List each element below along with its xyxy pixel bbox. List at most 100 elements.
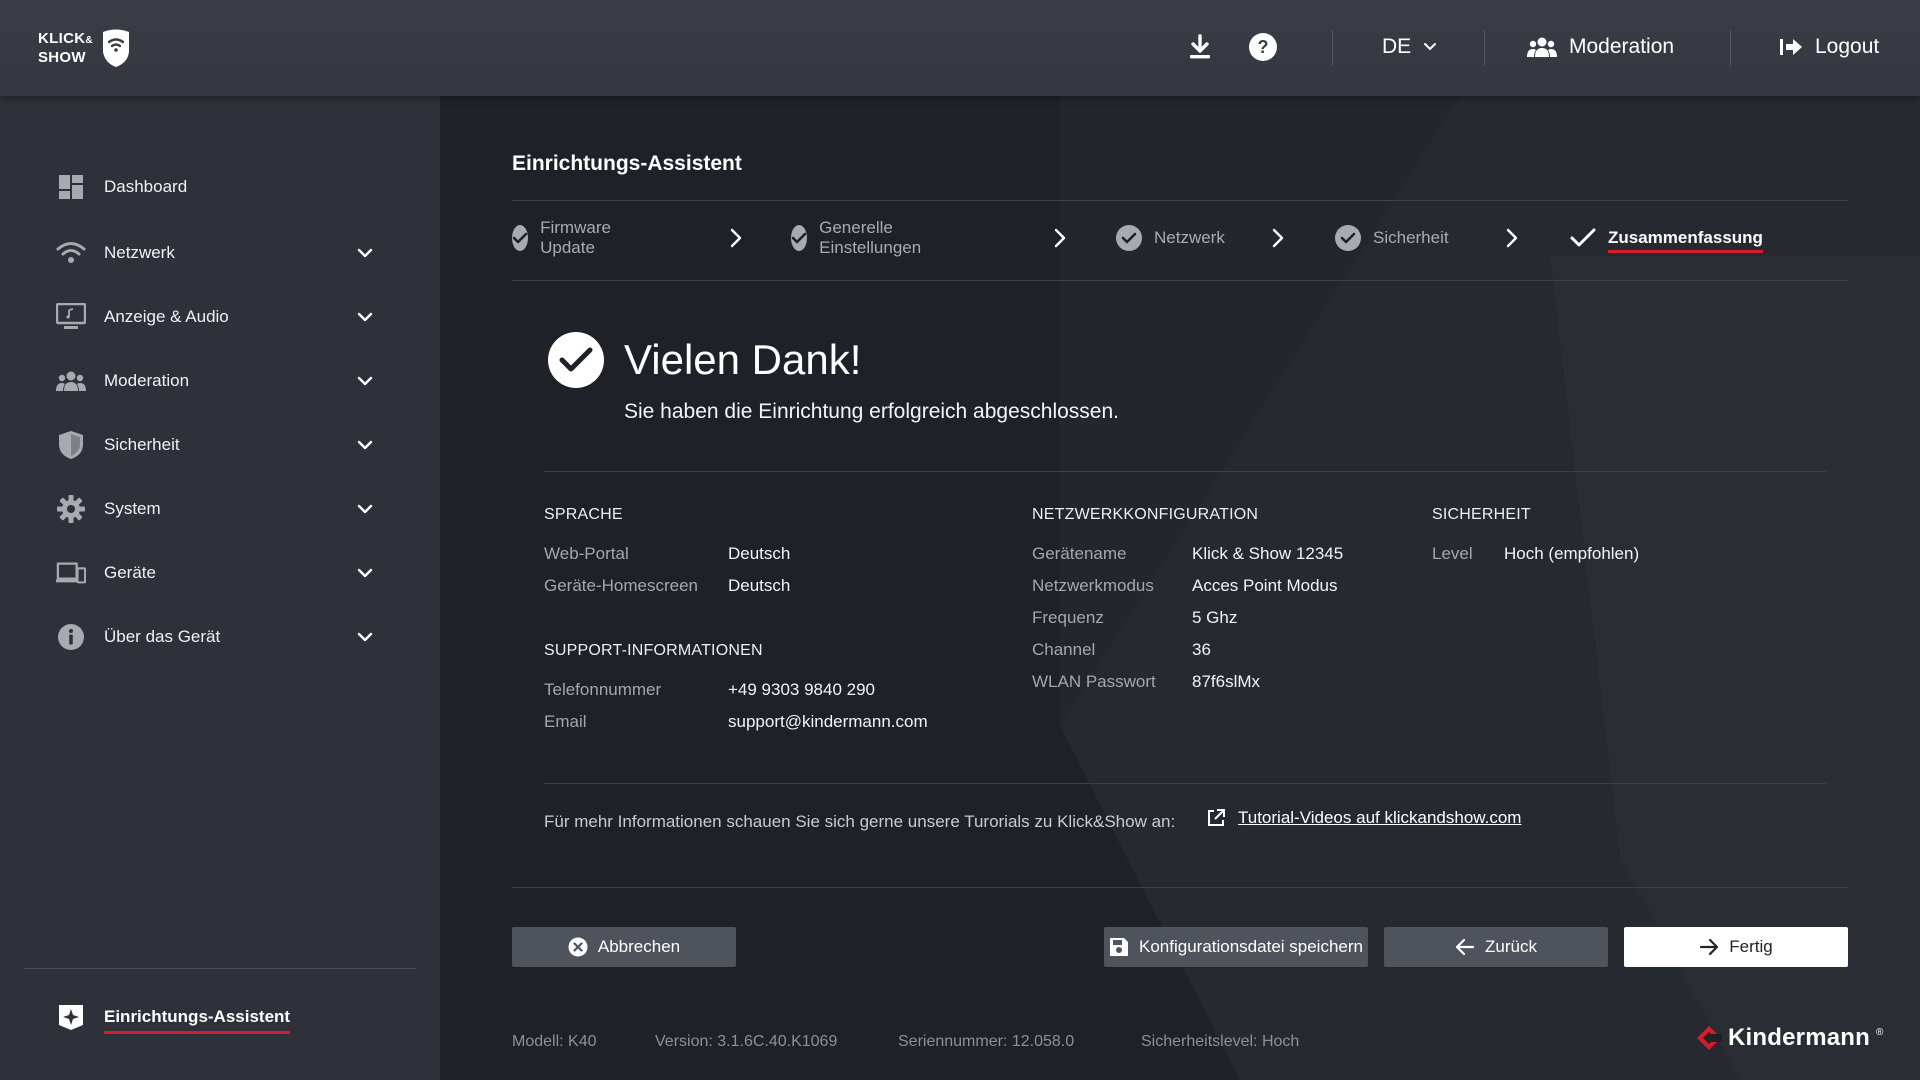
arrow-left-icon bbox=[1455, 938, 1475, 956]
section-heading-support: SUPPORT-INFORMATIONEN bbox=[544, 642, 763, 659]
footer-model: Modell: K40 bbox=[512, 1033, 597, 1050]
tutorial-link[interactable]: Tutorial-Videos auf klickandshow.com bbox=[1206, 808, 1521, 828]
check-circle-icon bbox=[512, 225, 529, 251]
save-config-label: Konfigurationsdatei speichern bbox=[1139, 937, 1363, 956]
klick-show-logo[interactable]: KLICK& SHOW bbox=[38, 26, 138, 72]
main-content: Einrichtungs-Assistent Firmware Update G… bbox=[440, 96, 1920, 1080]
external-link-icon bbox=[1208, 809, 1225, 826]
sidebar-item-system[interactable]: System bbox=[56, 489, 376, 529]
summary-value: support@kindermann.com bbox=[728, 712, 928, 731]
divider bbox=[512, 200, 1848, 201]
devices-icon bbox=[56, 558, 86, 588]
sidebar-item-label: System bbox=[104, 499, 161, 518]
step-firmware-update[interactable]: Firmware Update bbox=[512, 218, 621, 257]
section-heading-sprache: SPRACHE bbox=[544, 506, 623, 523]
summary-value: Acces Point Modus bbox=[1192, 576, 1338, 595]
tutorial-info-text: Für mehr Informationen schauen Sie sich … bbox=[544, 812, 1176, 831]
save-icon bbox=[1110, 938, 1128, 956]
check-circle-icon bbox=[791, 225, 808, 251]
step-zusammenfassung[interactable]: Zusammenfassung bbox=[1570, 222, 1763, 254]
footer-version: Version: 3.1.6C.40.K1069 bbox=[655, 1033, 838, 1050]
sidebar-item-label: Netzwerk bbox=[104, 243, 175, 262]
chevron-down-icon[interactable] bbox=[354, 626, 376, 648]
success-title: Vielen Dank! bbox=[624, 336, 862, 383]
shield-icon bbox=[56, 430, 86, 460]
dashboard-icon bbox=[56, 172, 86, 202]
chevron-right-icon bbox=[1054, 228, 1066, 248]
chevron-right-icon bbox=[730, 228, 742, 248]
step-generelle-einstellungen[interactable]: Generelle Einstellungen bbox=[791, 218, 931, 257]
separator bbox=[1484, 30, 1485, 66]
divider bbox=[512, 280, 1848, 281]
step-label: Zusammenfassung bbox=[1608, 228, 1763, 253]
chevron-right-icon bbox=[1506, 228, 1518, 248]
summary-value: 5 Ghz bbox=[1192, 608, 1238, 627]
download-icon[interactable] bbox=[1185, 32, 1215, 62]
sidebar-item-label: Geräte bbox=[104, 563, 156, 582]
summary-key: Netzwerkmodus bbox=[1032, 576, 1154, 595]
language-select[interactable]: DE bbox=[1382, 32, 1437, 62]
kindermann-mark-icon bbox=[1697, 1026, 1722, 1050]
back-label: Zurück bbox=[1485, 937, 1537, 956]
footer-security-level: Sicherheitslevel: Hoch bbox=[1141, 1033, 1300, 1050]
sidebar-item-sicherheit[interactable]: Sicherheit bbox=[56, 425, 376, 465]
moderation-button[interactable]: Moderation bbox=[1527, 30, 1674, 64]
finish-label: Fertig bbox=[1729, 937, 1773, 956]
sidebar-item-anzeige-audio[interactable]: Anzeige & Audio bbox=[56, 297, 376, 337]
sidebar-item-moderation[interactable]: Moderation bbox=[56, 361, 376, 401]
info-icon bbox=[56, 622, 86, 652]
chevron-down-icon[interactable] bbox=[354, 562, 376, 584]
help-icon[interactable]: ? bbox=[1248, 32, 1278, 62]
chevron-down-icon[interactable] bbox=[354, 306, 376, 328]
step-label: Firmware Update bbox=[540, 218, 611, 257]
success-subtitle: Sie haben die Einrichtung erfolgreich ab… bbox=[624, 400, 1119, 423]
summary-key: Gerätename bbox=[1032, 544, 1127, 563]
summary-key: Web-Portal bbox=[544, 544, 629, 563]
chevron-down-icon bbox=[1424, 43, 1437, 51]
cancel-button[interactable]: Abbrechen bbox=[512, 927, 736, 967]
chevron-down-icon[interactable] bbox=[354, 370, 376, 392]
summary-key: Frequenz bbox=[1032, 608, 1104, 627]
chevron-down-icon[interactable] bbox=[354, 242, 376, 264]
summary-key: Level bbox=[1432, 544, 1473, 563]
logout-button[interactable]: Logout bbox=[1779, 30, 1879, 64]
sidebar-item-ueber-das-geraet[interactable]: Über das Gerät bbox=[56, 617, 376, 657]
sidebar-item-label: Einrichtungs-Assistent bbox=[104, 1007, 291, 1034]
separator bbox=[1332, 30, 1333, 66]
summary-key: WLAN Passwort bbox=[1032, 672, 1156, 691]
kindermann-logo: Kindermann ® bbox=[1696, 1024, 1883, 1052]
sidebar-item-label: Sicherheit bbox=[104, 435, 180, 454]
chevron-right-icon bbox=[1272, 228, 1284, 248]
sidebar-item-geraete[interactable]: Geräte bbox=[56, 553, 376, 593]
sidebar-item-label: Moderation bbox=[104, 371, 190, 390]
summary-value: Deutsch bbox=[728, 576, 791, 595]
summary-value: 36 bbox=[1192, 640, 1211, 659]
sidebar-item-label: Über das Gerät bbox=[104, 627, 221, 646]
cancel-label: Abbrechen bbox=[597, 937, 681, 956]
step-netzwerk[interactable]: Netzwerk bbox=[1116, 222, 1225, 254]
sidebar-item-netzwerk[interactable]: Netzwerk bbox=[56, 233, 376, 273]
svg-text:?: ? bbox=[1258, 37, 1269, 57]
wizard-sparkle-icon bbox=[56, 1002, 86, 1032]
finish-button[interactable]: Fertig bbox=[1624, 927, 1848, 967]
sidebar-item-einrichtungs-assistent[interactable]: Einrichtungs-Assistent bbox=[56, 1000, 291, 1034]
summary-value: Hoch (empfohlen) bbox=[1504, 544, 1640, 563]
logo-wordmark: KLICK& SHOW bbox=[38, 30, 93, 66]
divider bbox=[512, 887, 1848, 888]
chevron-down-icon[interactable] bbox=[354, 498, 376, 520]
check-circle-icon bbox=[1116, 225, 1142, 251]
save-config-button[interactable]: Konfigurationsdatei speichern bbox=[1104, 927, 1368, 967]
logout-icon bbox=[1780, 39, 1802, 55]
step-sicherheit[interactable]: Sicherheit bbox=[1335, 222, 1449, 254]
arrow-right-icon bbox=[1700, 938, 1719, 956]
sidebar-item-dashboard[interactable]: Dashboard bbox=[56, 167, 376, 207]
chevron-down-icon[interactable] bbox=[354, 434, 376, 456]
logout-label: Logout bbox=[1815, 35, 1880, 58]
back-button[interactable]: Zurück bbox=[1384, 927, 1608, 967]
summary-value: Klick & Show 12345 bbox=[1192, 544, 1344, 563]
summary-key: Email bbox=[544, 712, 587, 731]
step-label: Generelle Einstellungen bbox=[819, 218, 922, 257]
brand-name: Kindermann bbox=[1728, 1024, 1871, 1051]
step-label: Netzwerk bbox=[1154, 228, 1225, 247]
check-icon bbox=[1570, 228, 1596, 247]
